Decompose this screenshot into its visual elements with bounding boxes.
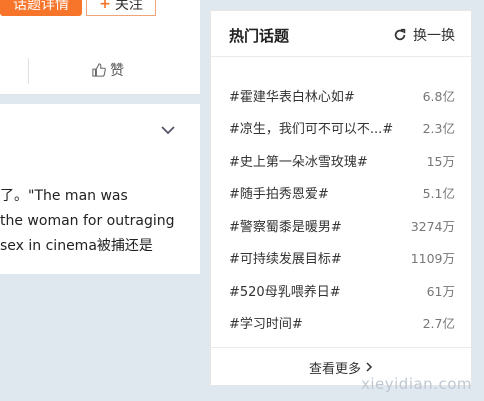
list-item[interactable]: #凉生，我们可不可以不...# 2.3亿: [229, 112, 455, 145]
watermark: xieyidian.com: [360, 375, 472, 393]
hot-topics-title: 热门话题: [229, 27, 290, 45]
topic-count: 61万: [426, 283, 455, 299]
view-more-label: 查看更多: [308, 361, 361, 377]
list-item[interactable]: #霍建华表白林心如# 6.8亿: [229, 79, 455, 112]
post-line: the woman for outraging: [0, 213, 175, 229]
refresh-button[interactable]: 换一换: [393, 25, 455, 45]
topic-name[interactable]: #520母乳喂养日#: [229, 281, 341, 300]
refresh-label: 换一换: [413, 28, 455, 44]
topic-count: 1109万: [410, 251, 455, 267]
follow-label: 关注: [114, 0, 143, 13]
divider: [211, 56, 471, 57]
chevron-down-icon[interactable]: [160, 124, 176, 136]
list-item[interactable]: #警察蜀黍是暖男# 3274万: [229, 209, 455, 242]
chevron-right-icon: [366, 362, 373, 372]
post-line: 了。"The man was: [0, 188, 128, 204]
post-text: 了。"The man was the woman for outraging s…: [0, 184, 200, 259]
post-line: sex in cinema被捕还是: [0, 238, 153, 254]
topic-detail-button[interactable]: 话题详情: [0, 0, 82, 16]
like-label: 赞: [110, 63, 124, 79]
topic-list: #霍建华表白林心如# 6.8亿 #凉生，我们可不可以不...# 2.3亿 #史上…: [229, 79, 455, 339]
topic-count: 6.8亿: [422, 88, 455, 104]
topic-count: 3274万: [410, 218, 455, 234]
topic-count: 2.7亿: [422, 316, 455, 332]
topic-name[interactable]: #学习时间#: [229, 313, 303, 332]
topic-header-card: 话题详情 + 关注 赞: [0, 0, 200, 95]
thumbs-up-icon: [92, 63, 106, 77]
list-item[interactable]: #可持续发展目标# 1109万: [229, 242, 455, 275]
like-button[interactable]: 赞: [92, 60, 124, 80]
list-item[interactable]: #520母乳喂养日# 61万: [229, 274, 455, 307]
topic-name[interactable]: #随手拍秀恩爱#: [229, 183, 329, 202]
refresh-icon: [394, 28, 406, 41]
topic-name[interactable]: #凉生，我们可不可以不...#: [229, 118, 393, 137]
topic-name[interactable]: #史上第一朵冰雪玫瑰#: [229, 151, 368, 170]
list-item[interactable]: #随手拍秀恩爱# 5.1亿: [229, 177, 455, 210]
hot-topics-panel: 热门话题 换一换 #霍建华表白林心如# 6.8亿 #凉生，我们可不可以不...#…: [210, 10, 472, 386]
divider: [28, 58, 29, 84]
list-item[interactable]: #史上第一朵冰雪玫瑰# 15万: [229, 144, 455, 177]
plus-icon: +: [99, 0, 111, 12]
topic-count: 15万: [426, 153, 455, 169]
post-card: 了。"The man was the woman for outraging s…: [0, 104, 200, 274]
topic-count: 5.1亿: [422, 186, 455, 202]
follow-button[interactable]: + 关注: [86, 0, 156, 16]
topic-name[interactable]: #警察蜀黍是暖男#: [229, 216, 342, 235]
list-item[interactable]: #学习时间# 2.7亿: [229, 307, 455, 340]
topic-name[interactable]: #霍建华表白林心如#: [229, 86, 355, 105]
topic-name[interactable]: #可持续发展目标#: [229, 248, 342, 267]
topic-count: 2.3亿: [422, 121, 455, 137]
